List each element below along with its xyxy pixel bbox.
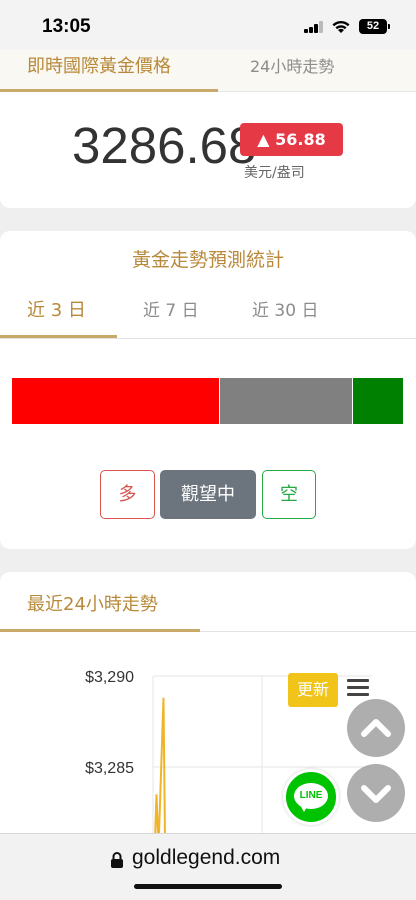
forecast-bar-watch <box>220 378 352 424</box>
y-tick-label: $3,285 <box>85 760 134 777</box>
gold-price: 3286.68 <box>72 117 257 174</box>
forecast-bar-long <box>12 378 219 424</box>
price-unit: 美元/盎司 <box>244 165 305 181</box>
scroll-down-button[interactable] <box>347 764 405 822</box>
chart-series-line <box>154 697 166 849</box>
active-tab-underline <box>0 335 117 338</box>
cellular-signal-icon <box>304 21 324 33</box>
browser-url-bar[interactable]: goldlegend.com <box>0 833 416 900</box>
wifi-icon <box>332 20 350 33</box>
price-card: 3286.68 <box>0 92 416 208</box>
forecast-period-tabs: 近 3 日 近 7 日 近 30 日 <box>0 286 416 339</box>
tab-24h-trend[interactable]: 24小時走勢 <box>250 53 334 77</box>
chevron-down-icon <box>361 785 391 803</box>
short-button[interactable]: 空 <box>262 470 316 519</box>
y-tick-label: $3,290 <box>85 669 134 686</box>
tab-3-days[interactable]: 近 3 日 <box>27 296 86 322</box>
home-indicator <box>134 884 282 889</box>
status-time: 13:05 <box>42 16 91 37</box>
lock-icon <box>111 852 123 868</box>
tab-live-price[interactable]: 即時國際黃金價格 <box>0 50 218 92</box>
forecast-bar-short <box>353 378 403 424</box>
forecast-title: 黃金走勢預測統計 <box>131 249 284 271</box>
line-bubble-tail <box>300 805 308 812</box>
tab-live-price-label: 即時國際黃金價格 <box>27 56 171 77</box>
scroll-up-button[interactable] <box>347 699 405 757</box>
status-bar: 13:05 52 <box>0 0 416 50</box>
chart-section-title: 最近24小時走勢 <box>27 594 158 615</box>
hamburger-menu-icon[interactable] <box>347 679 369 697</box>
price-change-badge: ▲ 56.88 <box>240 123 343 156</box>
chevron-up-icon <box>361 719 391 737</box>
update-button[interactable]: 更新 <box>288 673 338 707</box>
watch-button[interactable]: 觀望中 <box>160 470 256 519</box>
price-tabs: 即時國際黃金價格 24小時走勢 <box>0 50 416 92</box>
tab-7-days[interactable]: 近 7 日 <box>143 296 199 321</box>
battery-icon: 52 <box>359 19 390 34</box>
line-share-button[interactable]: LINE <box>283 769 339 825</box>
long-button[interactable]: 多 <box>100 470 155 519</box>
tab-30-days[interactable]: 近 30 日 <box>252 296 318 321</box>
forecast-card: 黃金走勢預測統計 近 3 日 近 7 日 近 30 日 多 觀望中 空 <box>0 231 416 549</box>
url-domain: goldlegend.com <box>132 846 281 869</box>
